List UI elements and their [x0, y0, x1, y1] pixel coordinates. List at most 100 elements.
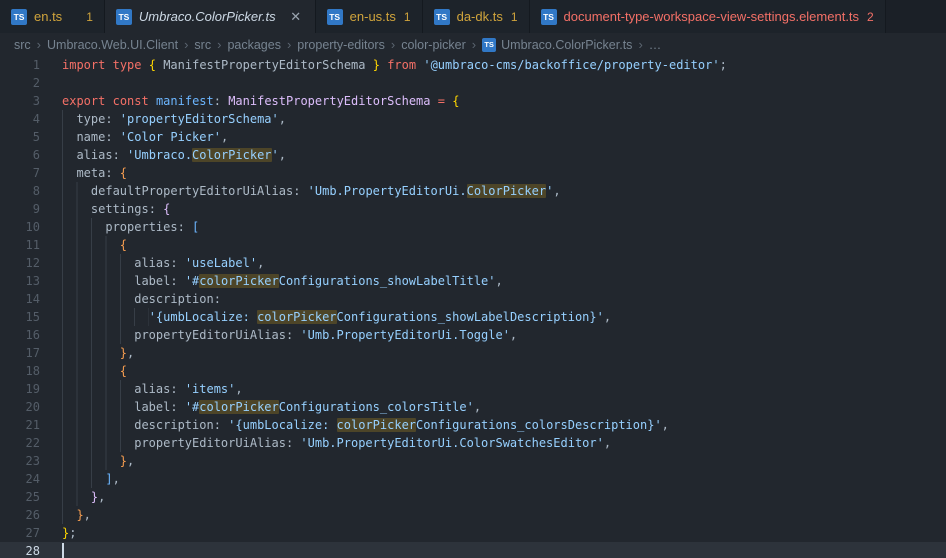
indent-guides	[62, 218, 105, 236]
line-number: 17	[0, 344, 62, 362]
code-line[interactable]: {	[62, 236, 127, 254]
code-line[interactable]: '{umbLocalize: colorPickerConfigurations…	[62, 308, 611, 326]
chevron-right-icon: ›	[638, 37, 642, 52]
code-line[interactable]: },	[62, 452, 134, 470]
indent-guides	[62, 416, 134, 434]
breadcrumb-item[interactable]: src	[14, 38, 31, 52]
code-line-row: 10properties: [	[0, 218, 946, 236]
code-line[interactable]: alias: 'Umbraco.ColorPicker',	[62, 146, 286, 164]
editor-tab[interactable]: TSda-dk.ts1	[423, 0, 530, 33]
line-number: 13	[0, 272, 62, 290]
code-line-row: 12alias: 'useLabel',	[0, 254, 946, 272]
code-line-row: 3export const manifest: ManifestProperty…	[0, 92, 946, 110]
line-number: 18	[0, 362, 62, 380]
code-editor: 1import type { ManifestPropertyEditorSch…	[0, 56, 946, 558]
code-line-row: 20label: '#colorPickerConfigurations_col…	[0, 398, 946, 416]
line-number: 9	[0, 200, 62, 218]
line-number: 2	[0, 74, 62, 92]
code-line[interactable]: type: 'propertyEditorSchema',	[62, 110, 286, 128]
code-line-row: 22propertyEditorUiAlias: 'Umb.PropertyEd…	[0, 434, 946, 452]
line-number: 6	[0, 146, 62, 164]
line-number: 16	[0, 326, 62, 344]
code-line-row: 9settings: {	[0, 200, 946, 218]
code-line-row: 19alias: 'items',	[0, 380, 946, 398]
code-line[interactable]: },	[62, 506, 91, 524]
code-line[interactable]: {	[62, 362, 127, 380]
breadcrumb-item[interactable]: src	[194, 38, 211, 52]
breadcrumb-item[interactable]: property-editors	[297, 38, 385, 52]
code-line-row: 21description: '{umbLocalize: colorPicke…	[0, 416, 946, 434]
editor-tab[interactable]: TS document-type-workspace-view-settings.…	[530, 0, 886, 33]
code-line[interactable]: label: '#colorPickerConfigurations_color…	[62, 398, 481, 416]
code-line-row: 24],	[0, 470, 946, 488]
search-match-highlight: colorPicker	[199, 400, 278, 414]
typescript-file-icon: TS	[327, 9, 343, 25]
line-number: 19	[0, 380, 62, 398]
code-line[interactable]: },	[62, 488, 105, 506]
line-number: 20	[0, 398, 62, 416]
line-number: 25	[0, 488, 62, 506]
line-number: 11	[0, 236, 62, 254]
tab-label: Umbraco.ColorPicker.ts	[139, 9, 276, 24]
chevron-right-icon: ›	[287, 37, 291, 52]
line-number: 8	[0, 182, 62, 200]
code-line[interactable]: },	[62, 344, 134, 362]
chevron-right-icon: ›	[472, 37, 476, 52]
code-line[interactable]: name: 'Color Picker',	[62, 128, 228, 146]
text-cursor	[62, 543, 64, 558]
chevron-right-icon: ›	[184, 37, 188, 52]
code-line[interactable]: label: '#colorPickerConfigurations_showL…	[62, 272, 503, 290]
editor-tab[interactable]: TSen.ts1	[0, 0, 105, 33]
code-line[interactable]: meta: {	[62, 164, 127, 182]
code-line-row: 8defaultPropertyEditorUiAlias: 'Umb.Prop…	[0, 182, 946, 200]
search-match-highlight: colorPicker	[337, 418, 416, 432]
tab-label: document-type-workspace-view-settings.el…	[564, 9, 860, 24]
breadcrumb-item[interactable]: packages	[227, 38, 281, 52]
indent-guides	[62, 344, 120, 362]
code-line[interactable]: description: '{umbLocalize: colorPickerC…	[62, 416, 669, 434]
breadcrumb: src › Umbraco.Web.UI.Client › src › packages › p…	[0, 33, 946, 56]
code-line-row: 14description:	[0, 290, 946, 308]
typescript-file-icon: TS	[482, 38, 496, 52]
code-line[interactable]	[62, 542, 64, 558]
code-line-row: 11{	[0, 236, 946, 254]
code-line[interactable]: propertyEditorUiAlias: 'Umb.PropertyEdit…	[62, 434, 611, 452]
typescript-file-icon: TS	[541, 9, 557, 25]
code-line[interactable]: properties: [	[62, 218, 199, 236]
line-number: 26	[0, 506, 62, 524]
breadcrumb-item[interactable]: color-picker	[401, 38, 466, 52]
line-number: 3	[0, 92, 62, 110]
code-line[interactable]: import type { ManifestPropertyEditorSche…	[62, 56, 727, 74]
line-number: 1	[0, 56, 62, 74]
breadcrumb-item[interactable]: Umbraco.Web.UI.Client	[47, 38, 178, 52]
indent-guides	[62, 146, 76, 164]
code-line-row: 2	[0, 74, 946, 92]
tab-label: en-us.ts	[350, 9, 396, 24]
code-line[interactable]: alias: 'items',	[62, 380, 243, 398]
code-line[interactable]: export const manifest: ManifestPropertyE…	[62, 92, 459, 110]
close-icon[interactable]: ✕	[288, 9, 304, 25]
indent-guides	[62, 164, 76, 182]
editor-tab[interactable]: TSUmbraco.ColorPicker.ts✕	[105, 0, 316, 33]
breadcrumb-file-item[interactable]: TSUmbraco.ColorPicker.ts	[482, 38, 632, 52]
breadcrumb-more[interactable]: …	[649, 38, 662, 52]
code-line[interactable]: propertyEditorUiAlias: 'Umb.PropertyEdit…	[62, 326, 517, 344]
code-line[interactable]: alias: 'useLabel',	[62, 254, 264, 272]
code-line-row: 4type: 'propertyEditorSchema',	[0, 110, 946, 128]
editor-tab[interactable]: TS en-us.ts 1	[316, 0, 423, 33]
code-line-row: 1import type { ManifestPropertyEditorSch…	[0, 56, 946, 74]
code-line[interactable]: description:	[62, 290, 221, 308]
code-line[interactable]: defaultPropertyEditorUiAlias: 'Umb.Prope…	[62, 182, 561, 200]
code-line-row: 23},	[0, 452, 946, 470]
tab-problems-badge: 1	[404, 10, 411, 24]
tab-problems-badge: 1	[86, 10, 93, 24]
code-line[interactable]: ],	[62, 470, 120, 488]
tab-label: en.ts	[34, 9, 62, 24]
code-line[interactable]: };	[62, 524, 76, 542]
code-line-row: 26},	[0, 506, 946, 524]
indent-guides	[62, 236, 120, 254]
code-line-row: 16propertyEditorUiAlias: 'Umb.PropertyEd…	[0, 326, 946, 344]
code-line-row: 7meta: {	[0, 164, 946, 182]
tab-problems-badge: 1	[511, 10, 518, 24]
code-line[interactable]: settings: {	[62, 200, 170, 218]
